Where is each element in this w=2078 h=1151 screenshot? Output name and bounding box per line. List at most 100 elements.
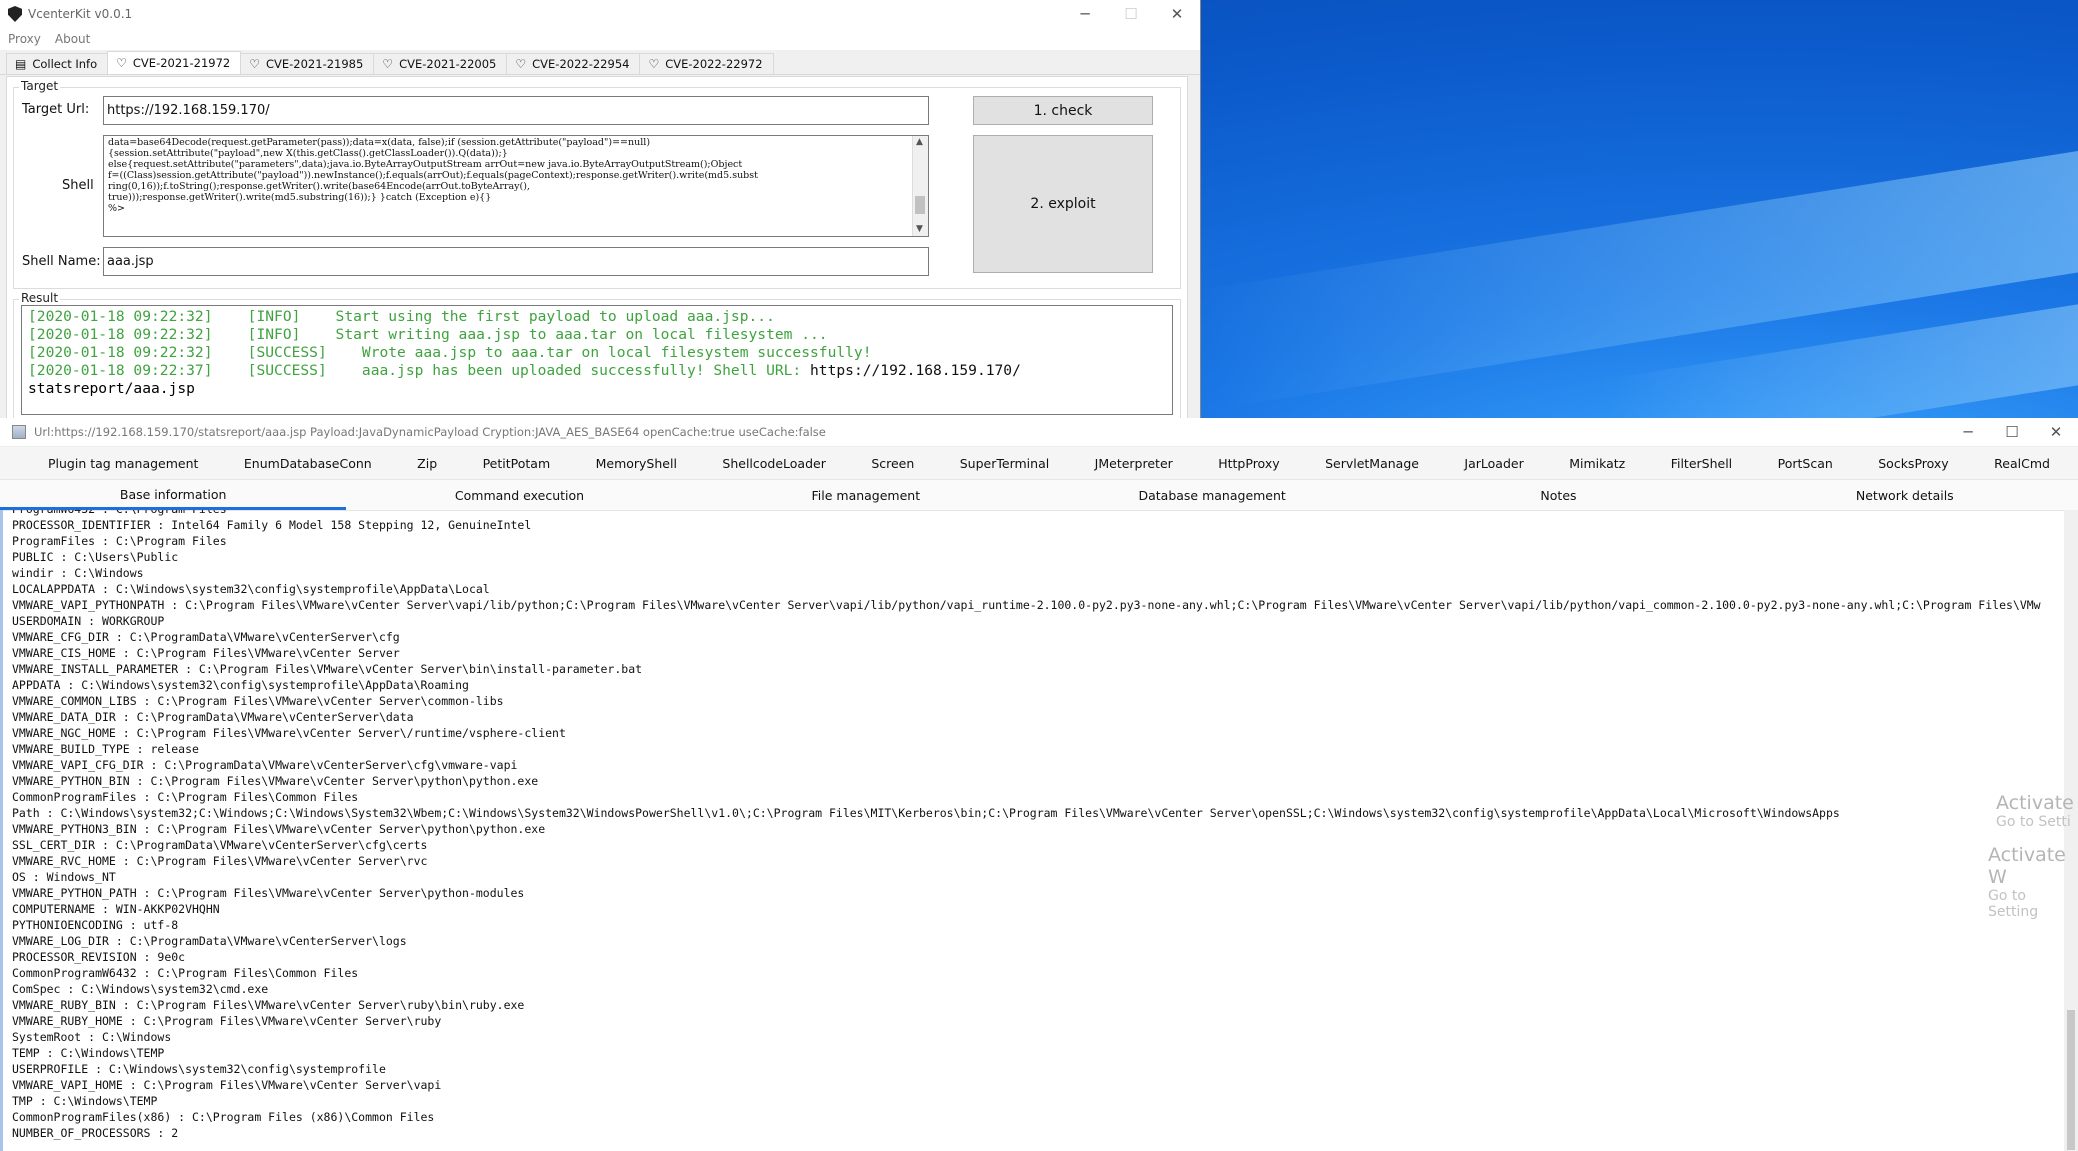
log-line: [2020-01-18 09:22:32] [INFO] Start writi… (28, 326, 828, 343)
tab-cve-2021-22005[interactable]: ♡ CVE-2021-22005 (373, 53, 508, 74)
minimize-button[interactable]: ─ (1946, 423, 1990, 441)
tab-collect-info[interactable]: ▤ Collect Info (6, 53, 109, 74)
env-line: ProgramW6432 : C:\Program Files (12, 510, 2070, 517)
env-line: LOCALAPPDATA : C:\Windows\system32\confi… (12, 582, 490, 596)
env-line: VMWARE_RUBY_HOME : C:\Program Files\VMwa… (12, 1014, 442, 1028)
scroll-down-icon[interactable]: ▼ (916, 224, 923, 235)
computer-icon: ▤ (15, 57, 27, 71)
shield-icon: ♡ (515, 57, 527, 71)
shell-line: %> (108, 203, 125, 214)
env-line: VMWARE_VAPI_HOME : C:\Program Files\VMwa… (12, 1078, 442, 1092)
menu-proxy[interactable]: Proxy (8, 32, 41, 46)
plugin-mimikatz[interactable]: Mimikatz (1565, 456, 1629, 471)
plugin-realcmd[interactable]: RealCmd (1990, 456, 2054, 471)
close-button[interactable]: ✕ (1154, 0, 1200, 28)
function-tabbar: Base information Command execution File ma… (0, 480, 2078, 511)
tab-command-execution[interactable]: Command execution (346, 488, 692, 503)
kit-tabbar: ▤ Collect Info ♡ CVE-2021-21972 ♡ CVE-2021-… (0, 50, 1200, 75)
plugin-shellcodeloader[interactable]: ShellcodeLoader (718, 456, 829, 471)
env-line: VMWARE_CFG_DIR : C:\ProgramData\VMware\v… (12, 630, 400, 644)
minimize-button[interactable]: ─ (1062, 0, 1108, 28)
env-line: VMWARE_INSTALL_PARAMETER : C:\Program Fi… (12, 662, 643, 676)
env-line: VMWARE_PYTHON3_BIN : C:\Program Files\VM… (12, 822, 546, 836)
plugin-memoryshell[interactable]: MemoryShell (592, 456, 681, 471)
base-info-output[interactable]: ProgramW6432 : C:\Program FilesPROCESSOR… (4, 510, 2070, 1151)
target-url-input[interactable]: https://192.168.159.170/ (103, 96, 929, 125)
env-line: CommonProgramW6432 : C:\Program Files\Co… (12, 966, 359, 980)
tab-label: CVE-2021-21972 (132, 56, 231, 70)
check-button[interactable]: 1. check (973, 96, 1153, 125)
vcenterkit-window: VcenterKit v0.0.1 ─ ☐ ✕ Proxy About ▤ Col… (0, 0, 1201, 421)
menu-about[interactable]: About (55, 32, 90, 46)
mgr-titlebar: Url:https://192.168.159.170/statsreport/… (0, 418, 2078, 447)
env-line: ProgramFiles : C:\Program Files (12, 534, 227, 548)
shell-line: else{request.setAttribute("parameters",d… (108, 159, 743, 170)
result-log[interactable]: [2020-01-18 09:22:32] [INFO] Start using… (21, 305, 1173, 415)
plugin-zip[interactable]: Zip (413, 456, 441, 471)
env-line: SSL_CERT_DIR : C:\ProgramData\VMware\vCe… (12, 838, 428, 852)
shell-code-textarea[interactable]: data=base64Decode(request.getParameter(p… (103, 135, 929, 237)
env-line: CommonProgramFiles : C:\Program Files\Co… (12, 790, 359, 804)
plugin-portscan[interactable]: PortScan (1774, 456, 1837, 471)
tab-label: CVE-2022-22954 (532, 57, 630, 71)
env-line: ComSpec : C:\Windows\system32\cmd.exe (12, 982, 269, 996)
plugin-jmeterpreter[interactable]: JMeterpreter (1091, 456, 1177, 471)
env-line: PROCESSOR_REVISION : 9e0c (12, 950, 186, 964)
env-line: PYTHONIOENCODING : utf-8 (12, 918, 179, 932)
tab-cve-2022-22954[interactable]: ♡ CVE-2022-22954 (506, 53, 641, 74)
shell-line: ring(0,16));f.toString();response.getWri… (108, 181, 530, 192)
close-button[interactable]: ✕ (2034, 423, 2078, 441)
env-line: SystemRoot : C:\Windows (12, 1030, 172, 1044)
env-line: USERPROFILE : C:\Windows\system32\config… (12, 1062, 386, 1076)
tab-base-information[interactable]: Base information (0, 480, 347, 510)
shield-icon: ♡ (648, 57, 660, 71)
plugin-jarloader[interactable]: JarLoader (1460, 456, 1527, 471)
tab-file-management[interactable]: File management (693, 488, 1039, 503)
shell-scrollbar[interactable]: ▲ ▼ (912, 136, 928, 236)
env-line: Path : C:\Windows\system32;C:\Windows;C:… (12, 806, 1840, 820)
env-line: VMWARE_CIS_HOME : C:\Program Files\VMwar… (12, 646, 400, 660)
log-line: [2020-01-18 09:22:32] [SUCCESS] Wrote aa… (28, 344, 872, 361)
cve-panel: Target Target Url: https://192.168.159.1… (6, 76, 1188, 421)
target-group-label: Target (19, 79, 61, 93)
tab-cve-2021-21972[interactable]: ♡ CVE-2021-21972 (107, 51, 242, 74)
tab-cve-2021-21985[interactable]: ♡ CVE-2021-21985 (240, 53, 375, 74)
output-scrollbar[interactable] (2064, 510, 2078, 1151)
plugin-screen[interactable]: Screen (867, 456, 918, 471)
env-line: VMWARE_NGC_HOME : C:\Program Files\VMwar… (12, 726, 566, 740)
scroll-up-icon[interactable]: ▲ (916, 137, 923, 148)
left-edge (0, 510, 3, 1151)
env-line: VMWARE_PYTHON_PATH : C:\Program Files\VM… (12, 886, 525, 900)
tab-notes[interactable]: Notes (1385, 488, 1731, 503)
tab-cve-2022-22972[interactable]: ♡ CVE-2022-22972 (639, 53, 774, 74)
tab-database-management[interactable]: Database management (1039, 488, 1385, 503)
plugin-enumdatabaseconn[interactable]: EnumDatabaseConn (240, 456, 376, 471)
env-line: VMWARE_DATA_DIR : C:\ProgramData\VMware\… (12, 710, 414, 724)
maximize-button[interactable]: ☐ (1990, 423, 2034, 441)
env-line: PROCESSOR_IDENTIFIER : Intel64 Family 6 … (12, 518, 532, 532)
plugin-plugin-tag-management[interactable]: Plugin tag management (44, 456, 202, 471)
env-line: CommonProgramFiles(x86) : C:\Program Fil… (12, 1110, 435, 1124)
env-line: VMWARE_PYTHON_BIN : C:\Program Files\VMw… (12, 774, 539, 788)
env-line: NUMBER_OF_PROCESSORS : 2 (12, 1126, 179, 1140)
plugin-filtershell[interactable]: FilterShell (1667, 456, 1736, 471)
activation-watermark: Activate W Go to Setting (1988, 844, 2066, 920)
tab-network-details[interactable]: Network details (1732, 488, 2078, 503)
plugin-petitpotam[interactable]: PetitPotam (479, 456, 555, 471)
plugin-httpproxy[interactable]: HttpProxy (1214, 456, 1283, 471)
scroll-thumb[interactable] (915, 196, 925, 214)
maximize-button[interactable]: ☐ (1108, 0, 1154, 28)
log-line: [2020-01-18 09:22:32] [INFO] Start using… (28, 308, 775, 325)
shell-manager-window: Url:https://192.168.159.170/statsreport/… (0, 418, 2078, 1151)
scroll-thumb[interactable] (2067, 1010, 2075, 1150)
env-line: USERDOMAIN : WORKGROUP (12, 614, 165, 628)
plugin-socksproxy[interactable]: SocksProxy (1874, 456, 1952, 471)
env-line: VMWARE_VAPI_PYTHONPATH : C:\Program File… (12, 598, 2041, 612)
shield-icon: ♡ (116, 56, 127, 70)
plugin-superterminal[interactable]: SuperTerminal (956, 456, 1053, 471)
env-line: APPDATA : C:\Windows\system32\config\sys… (12, 678, 469, 692)
shell-name-input[interactable]: aaa.jsp (103, 247, 929, 276)
plugin-servletmanage[interactable]: ServletManage (1321, 456, 1423, 471)
exploit-button[interactable]: 2. exploit (973, 135, 1153, 273)
shell-line: data=base64Decode(request.getParameter(p… (108, 137, 651, 148)
